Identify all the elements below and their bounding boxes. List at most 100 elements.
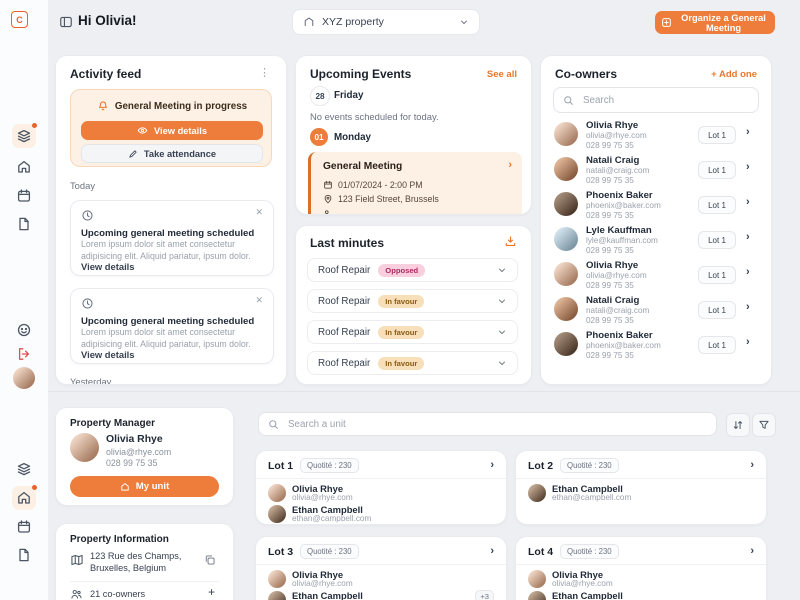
calendar-icon: [16, 519, 32, 535]
layers-icon: [16, 461, 32, 477]
user-avatar[interactable]: [13, 367, 35, 389]
notification-view-details-link[interactable]: View details: [81, 349, 135, 360]
app-logo[interactable]: C: [11, 11, 28, 28]
sidebar-item-home[interactable]: [12, 155, 36, 179]
avatar: [554, 122, 578, 146]
lot-badge: Lot 1: [698, 126, 736, 144]
event-datetime: 01/07/2024 - 2:00 PM: [338, 180, 423, 190]
quota-badge: Quotité : 230: [300, 458, 359, 473]
lot-card[interactable]: Lot 2 Quotité : 230 › Ethan Campbell eth…: [515, 450, 767, 525]
lot-card[interactable]: Lot 3 Quotité : 230 › Olivia Rhye olivia…: [255, 536, 507, 600]
status-badge: In favour: [378, 326, 424, 339]
co-owner-row[interactable]: Phoenix Baker phoenix@baker.com 028 99 7…: [554, 190, 756, 222]
filter-button[interactable]: [752, 413, 776, 437]
notification-card: ✕ Upcoming general meeting scheduled Lor…: [70, 288, 274, 364]
meeting-alert-title: General Meeting in progress: [115, 101, 247, 112]
property-selector[interactable]: XYZ property: [292, 9, 480, 35]
minute-row[interactable]: Roof Repair In favour: [307, 289, 518, 313]
close-icon[interactable]: ✕: [255, 295, 263, 306]
chevron-down-icon: [497, 358, 507, 368]
see-all-link[interactable]: See all: [487, 69, 517, 80]
support-icon: [16, 322, 32, 338]
add-co-owner-link[interactable]: + Add one: [711, 69, 757, 80]
chevron-right-icon: ›: [490, 460, 494, 471]
unit-search-input[interactable]: [286, 418, 707, 431]
property-selector-value: XYZ property: [322, 16, 452, 28]
take-attendance-button[interactable]: Take attendance: [81, 144, 263, 163]
avatar: [554, 262, 578, 286]
event-item[interactable]: General Meeting › 01/07/2024 - 2:00 PM 1…: [308, 152, 522, 215]
avatar: [268, 591, 286, 600]
avatar: [554, 297, 578, 321]
avatar: [268, 570, 286, 588]
plus-icon[interactable]: +: [208, 585, 215, 599]
last-minutes-title: Last minutes: [310, 236, 384, 250]
avatar: [554, 332, 578, 356]
co-owner-row[interactable]: Lyle Kauffman lyle@kauffman.com 028 99 7…: [554, 225, 756, 257]
chevron-right-icon: ›: [746, 232, 750, 243]
co-owners-search[interactable]: [553, 87, 759, 113]
avatar: [268, 484, 286, 502]
lot-badge: Lot 1: [698, 196, 736, 214]
sidebar-item-documents[interactable]: [12, 212, 36, 236]
download-icon[interactable]: [504, 235, 517, 248]
lot-card[interactable]: Lot 4 Quotité : 230 › Olivia Rhye olivia…: [515, 536, 767, 600]
co-owners-count: 21 co-owners: [90, 589, 145, 599]
co-owner-row[interactable]: Olivia Rhye olivia@rhye.com 028 99 75 35…: [554, 120, 756, 152]
view-details-button[interactable]: View details: [81, 121, 263, 140]
property-manager-title: Property Manager: [70, 418, 155, 429]
sidebar-item-dashboard-2[interactable]: [12, 457, 36, 481]
avatar: [268, 505, 286, 523]
sort-icon: [732, 419, 744, 431]
avatar: [554, 157, 578, 181]
page-greeting: Hi Olivia!: [78, 13, 137, 28]
minute-row[interactable]: Roof Repair Opposed: [307, 258, 518, 282]
lot-card[interactable]: Lot 1 Quotité : 230 › Olivia Rhye olivia…: [255, 450, 507, 525]
calendar-icon: [16, 188, 32, 204]
chevron-right-icon: ›: [508, 160, 512, 171]
notification-view-details-link[interactable]: View details: [81, 261, 135, 272]
sidebar-item-help[interactable]: [12, 318, 36, 342]
sidebar-item-home-2[interactable]: [12, 486, 36, 510]
clock-icon: [81, 297, 94, 310]
manager-name: Olivia Rhye: [106, 434, 163, 445]
users-icon: [323, 209, 333, 215]
sidebar-item-calendar[interactable]: [12, 184, 36, 208]
status-badge: In favour: [378, 357, 424, 370]
file-icon: [16, 216, 32, 232]
co-owner-row[interactable]: Phoenix Baker phoenix@baker.com 028 99 7…: [554, 330, 756, 362]
co-owner-row[interactable]: Natali Craig natali@craig.com 028 99 75 …: [554, 295, 756, 327]
section-divider: [48, 391, 800, 392]
plus-square-icon: [661, 17, 672, 28]
status-badge: Opposed: [378, 264, 425, 277]
sidebar-toggle-icon[interactable]: [59, 15, 73, 29]
clock-icon: [81, 209, 94, 222]
chevron-right-icon: ›: [746, 127, 750, 138]
co-owner-row[interactable]: Olivia Rhye olivia@rhye.com 028 99 75 35…: [554, 260, 756, 292]
unit-search[interactable]: [258, 412, 717, 436]
minute-row[interactable]: Roof Repair In favour: [307, 320, 518, 344]
chevron-right-icon: ›: [750, 546, 754, 557]
kebab-menu-icon[interactable]: ⋮: [259, 66, 270, 79]
divider: [256, 478, 506, 479]
my-unit-button[interactable]: My unit: [70, 476, 219, 497]
sidebar-item-documents-2[interactable]: [12, 543, 36, 567]
home-icon: [120, 482, 130, 492]
avatar: [554, 192, 578, 216]
sidebar-item-logout[interactable]: [12, 342, 36, 366]
sidebar-item-calendar-2[interactable]: [12, 515, 36, 539]
copy-icon[interactable]: [204, 554, 216, 566]
map-pin-icon: [323, 194, 333, 204]
building-icon: [303, 16, 315, 28]
manager-email: olivia@rhye.com: [106, 447, 171, 457]
minute-row[interactable]: Roof Repair In favour: [307, 351, 518, 375]
organize-meeting-button[interactable]: Organize a General Meeting: [655, 11, 775, 34]
sidebar-item-dashboard[interactable]: [12, 124, 36, 148]
activity-feed-card: Activity feed ⋮ General Meeting in progr…: [55, 55, 287, 385]
co-owner-row[interactable]: Natali Craig natali@craig.com 028 99 75 …: [554, 155, 756, 187]
close-icon[interactable]: ✕: [255, 207, 263, 218]
avatar: [554, 227, 578, 251]
sort-button[interactable]: [726, 413, 750, 437]
avatar: [528, 570, 546, 588]
co-owners-search-input[interactable]: [581, 94, 749, 107]
